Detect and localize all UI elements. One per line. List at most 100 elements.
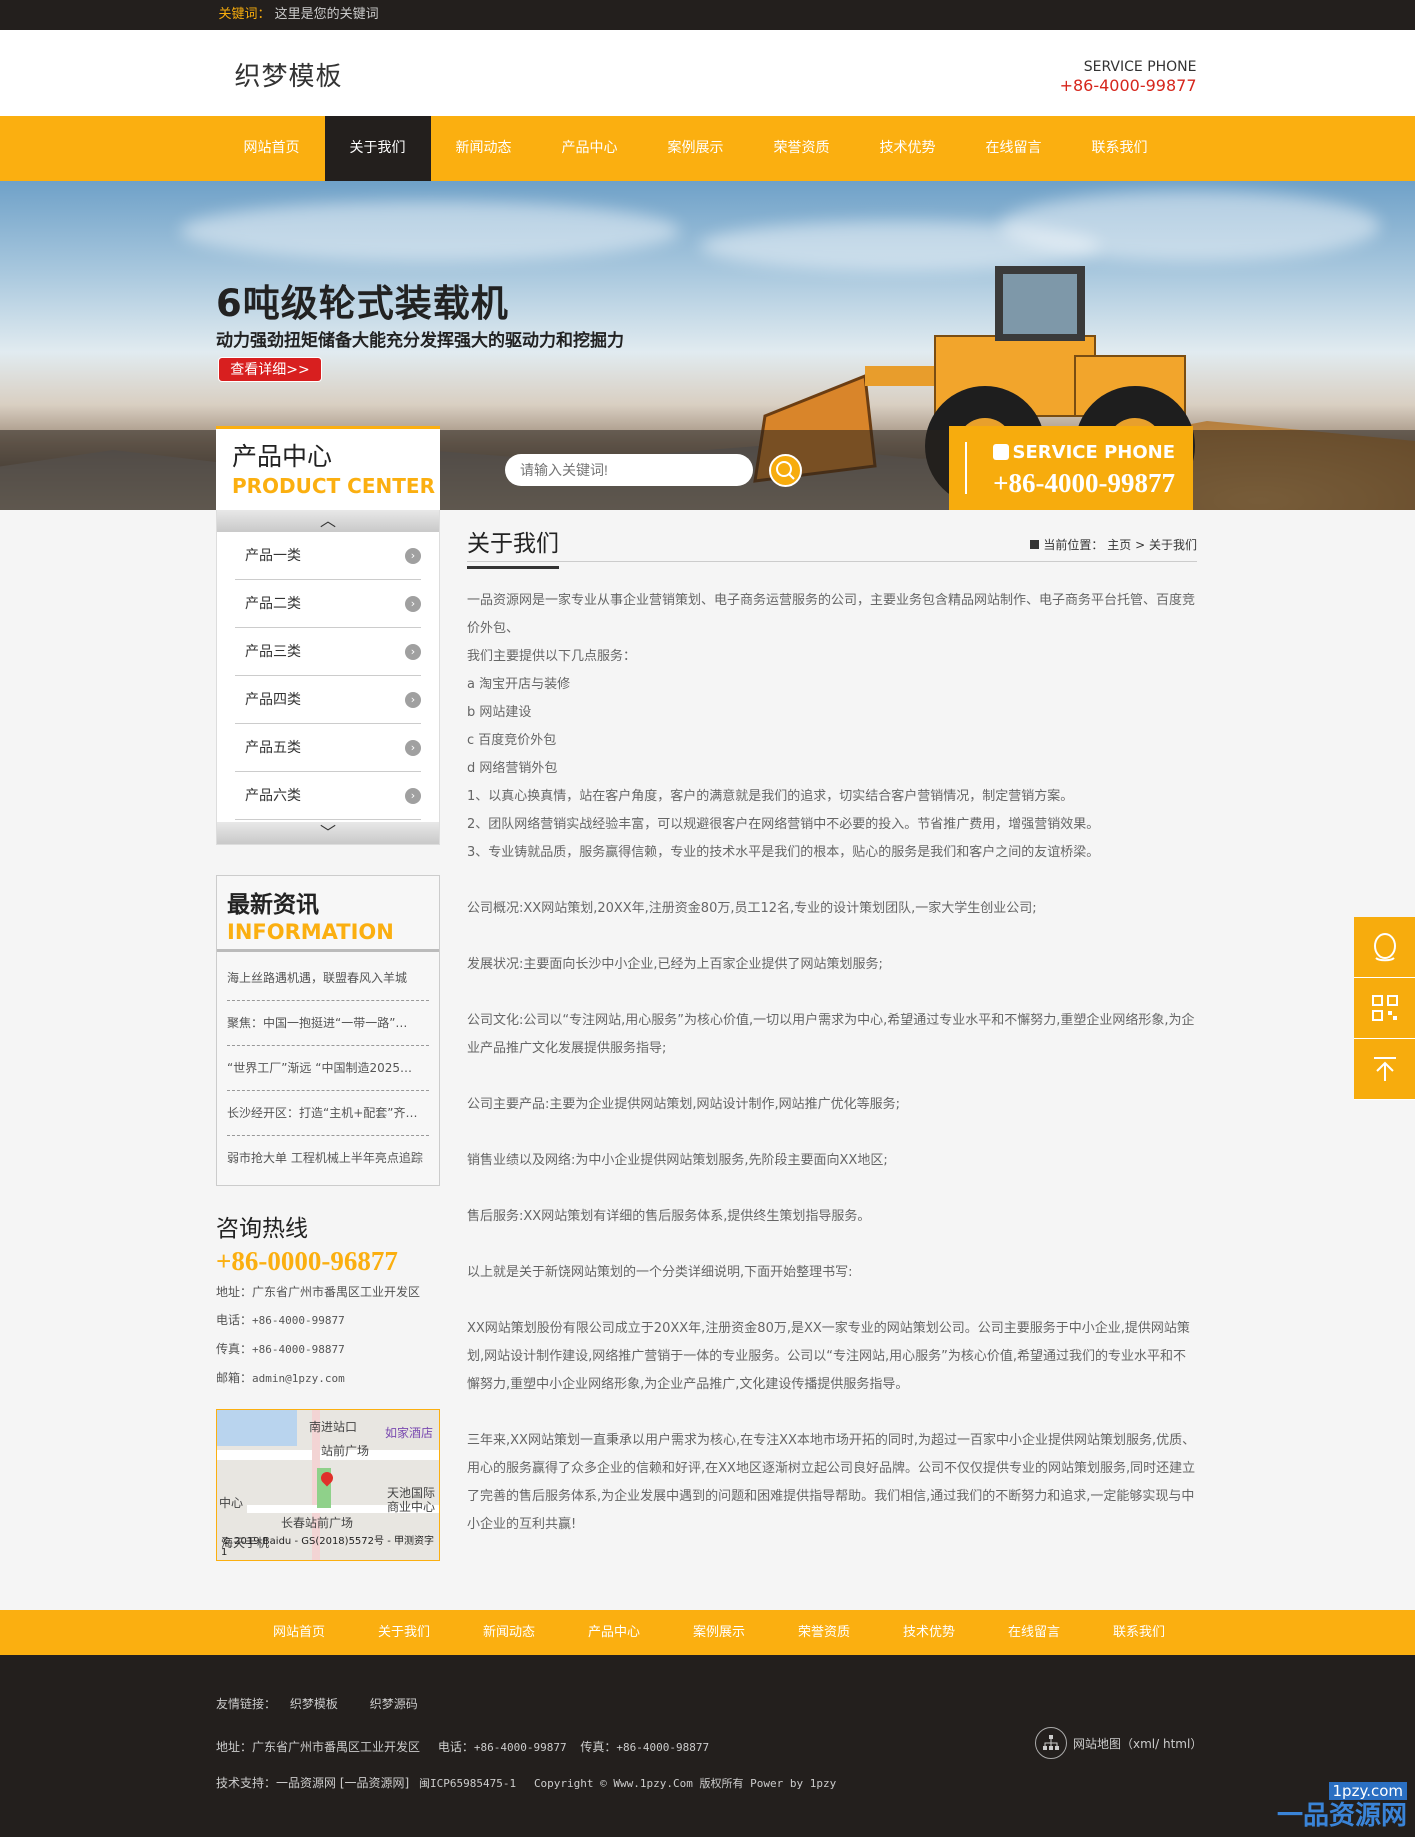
footer-nav-item[interactable]: 案例展示 [667, 1610, 772, 1655]
article-paragraph: c 百度竞价外包 [467, 733, 557, 748]
map-label: 南进站口 [309, 1420, 358, 1434]
article-paragraph: 销售业绩以及网络:为中小企业提供网站策划服务,先阶段主要面向XX地区; [467, 1153, 888, 1168]
chevron-up-icon: ︿ [319, 511, 336, 530]
footer-nav-item[interactable]: 新闻动态 [457, 1610, 562, 1655]
category-item[interactable]: 产品六类 › [235, 772, 421, 820]
map-copyright: © 2019 Baidu - GS(2018)5572号 - 甲测资字1 [221, 1536, 434, 1558]
category-label: 产品四类 [245, 692, 301, 708]
banner-details-button[interactable]: 查看详细>> [218, 357, 322, 382]
nav-item[interactable]: 技术优势 [855, 116, 961, 181]
article-paragraph: 发展状况:主要面向长沙中小企业,已经为上百家企业提供了网站策划服务; [467, 957, 883, 972]
tech-support[interactable]: 技术支持：一品资源网 [一品资源网] [216, 1776, 409, 1790]
content: 关于我们 当前位置： 主页 > 关于我们 一品资源网是一家专业从事企业营销策划、… [467, 510, 1197, 1539]
nav-item[interactable]: 新闻动态 [431, 116, 537, 181]
breadcrumb-arrow-icon [1030, 540, 1040, 549]
category-item[interactable]: 产品二类 › [235, 580, 421, 628]
map-label: 长春站前广场 [281, 1516, 354, 1530]
map-label: 如家酒店 [385, 1426, 434, 1440]
footer-contact: 地址：广东省广州市番禺区工业开发区 电话：+86-4000-99877 传真：+… [216, 1740, 710, 1754]
location-map[interactable]: 南进站口 如家酒店 站前广场 中心 天池国际 商业中心 长春站前广场 海天手机 … [216, 1409, 440, 1561]
keyword-text: 这里是您的关键词 [274, 7, 379, 22]
news-box: 最新资讯 INFORMATION 海上丝路遇机遇，联盟春风入羊城 聚焦：中国一抱挺… [216, 875, 440, 1186]
news-item[interactable]: 长沙经开区：打造“主机+配套”齐… [227, 1091, 429, 1136]
article-paragraph: 我们主要提供以下几点服务： [467, 649, 637, 664]
scroll-up-button[interactable]: ︿ [217, 510, 439, 532]
site-logo[interactable]: 织梦模板 [235, 56, 343, 93]
article-paragraph: 2、团队网络营销实战经验丰富，可以规避很客户在网络营销中不必要的投入。节省推广费… [467, 817, 1100, 832]
footer-copyright: 技术支持：一品资源网 [一品资源网] 闽ICP65985475-1 Copyri… [216, 1774, 836, 1791]
category-item[interactable]: 产品五类 › [235, 724, 421, 772]
banner-service-phone: SERVICE PHONE +86-4000-99877 [949, 426, 1193, 510]
banner-subtitle: 动力强劲扭矩储备大能充分发挥强大的驱动力和挖掘力 [216, 331, 624, 351]
news-title-cn: 最新资讯 [227, 892, 319, 918]
article-paragraph: b 网站建设 [467, 705, 532, 720]
map-label: 商业中心 [387, 1500, 436, 1514]
article-paragraph: 1、以真心换真情，站在客户角度，客户的满意就是我们的追求，切实结合客户营销情况，… [467, 789, 1074, 804]
breadcrumb-current[interactable]: 关于我们 [1149, 538, 1197, 552]
back-to-top-button[interactable] [1354, 1039, 1415, 1100]
breadcrumb-home[interactable]: 主页 [1107, 538, 1131, 552]
article-paragraph: 公司主要产品:主要为企业提供网站策划,网站设计制作,网站推广优化等服务; [467, 1097, 901, 1112]
nav-item[interactable]: 联系我们 [1067, 116, 1173, 181]
copyright-text: Copyright © Www.1pzy.Com 版权所有 Power by 1… [533, 1777, 837, 1790]
qrcode-button[interactable] [1354, 978, 1415, 1039]
nav-item[interactable]: 案例展示 [643, 116, 749, 181]
news-item[interactable]: 聚焦：中国一抱挺进“一带一路”… [227, 1001, 429, 1046]
category-list: ︿ 产品一类 › 产品二类 › 产品三类 › 产品四类 › 产品五类 › 产品六类 › 产品七类› ﹀ [216, 510, 440, 845]
footer-nav-item[interactable]: 在线留言 [982, 1610, 1087, 1655]
friend-link[interactable]: 织梦源码 [370, 1697, 418, 1711]
qrcode-icon [1371, 995, 1398, 1021]
category-label: 产品二类 [245, 596, 301, 612]
category-item[interactable]: 产品七类› [235, 820, 421, 822]
article-paragraph: 售后服务:XX网站策划有详细的售后服务体系,提供终生策划指导服务。 [467, 1209, 871, 1224]
category-item[interactable]: 产品三类 › [235, 628, 421, 676]
service-phone-title: SERVICE PHONE [1083, 59, 1197, 75]
header-service-phone: SERVICE PHONE +86-4000-99877 [1060, 58, 1197, 96]
nav-item[interactable]: 荣誉资质 [749, 116, 855, 181]
nav-item[interactable]: 在线留言 [961, 116, 1067, 181]
article-paragraph: XX网站策划股份有限公司成立于20XX年,注册资金80万,是XX一家专业的网站策… [467, 1321, 1190, 1392]
nav-item[interactable]: 产品中心 [537, 116, 643, 181]
search-input[interactable] [505, 454, 753, 486]
arrow-up-icon [1373, 1057, 1396, 1081]
footer-nav-item[interactable]: 联系我们 [1087, 1610, 1192, 1655]
footer-nav-item[interactable]: 产品中心 [562, 1610, 667, 1655]
category-label: 产品一类 [245, 548, 301, 564]
friend-link[interactable]: 织梦模板 [290, 1697, 338, 1711]
friend-links-label: 友情链接： [216, 1697, 277, 1711]
phone-icon [992, 444, 1009, 460]
footer-nav-item[interactable]: 技术优势 [877, 1610, 982, 1655]
chevron-right-icon: › [405, 644, 421, 660]
qq-icon [1373, 933, 1396, 962]
footer-nav-item[interactable]: 关于我们 [352, 1610, 457, 1655]
category-item[interactable]: 产品一类 › [235, 532, 421, 580]
sitemap-link[interactable]: 网站地图（xml/ html） [1035, 1727, 1202, 1759]
icp-number[interactable]: 闽ICP65985475-1 [419, 1777, 516, 1790]
category-item[interactable]: 产品四类 › [235, 676, 421, 724]
search-icon [776, 461, 795, 480]
service-phone-number: +86-4000-99877 [1059, 76, 1197, 95]
qq-button[interactable] [1354, 917, 1415, 978]
contact-tel: 电话：+86-4000-99877 [216, 1313, 345, 1327]
news-item[interactable]: 海上丝路遇机遇，联盟春风入羊城 [227, 956, 429, 1001]
page-title: 关于我们 [467, 524, 559, 569]
news-item[interactable]: 弱市抢大单 工程机械上半年亮点追踪 [227, 1136, 429, 1181]
map-label: 站前广场 [321, 1444, 370, 1458]
nav-item[interactable]: 关于我们 [324, 116, 431, 181]
chevron-right-icon: › [405, 740, 421, 756]
sitemap-icon [1035, 1727, 1067, 1759]
scroll-down-button[interactable]: ﹀ [217, 822, 439, 844]
hotline-title: 咨询热线 [216, 1216, 308, 1242]
footer-nav-item[interactable]: 网站首页 [247, 1610, 352, 1655]
footer-nav-item[interactable]: 荣誉资质 [772, 1610, 877, 1655]
banner-phone-title: SERVICE PHONE [992, 442, 1175, 463]
contact-fax: 传真：+86-4000-98877 [216, 1342, 345, 1356]
search-button[interactable] [769, 454, 802, 487]
nav-item[interactable]: 网站首页 [219, 116, 325, 181]
main-area: ︿ 产品一类›产品二类›产品三类›产品四类›产品五类›产品六类›产品七类› ﹀ … [0, 510, 1415, 1610]
news-item[interactable]: “世界工厂”渐远 “中国制造2025… [227, 1046, 429, 1091]
content-header: 关于我们 当前位置： 主页 > 关于我们 [467, 510, 1197, 569]
article-paragraph: a 淘宝开店与装修 [467, 677, 571, 692]
hero-banner: 6吨级轮式装载机 动力强劲扭矩储备大能充分发挥强大的驱动力和挖掘力 查看详细>>… [0, 181, 1415, 510]
chevron-right-icon: › [405, 548, 421, 564]
